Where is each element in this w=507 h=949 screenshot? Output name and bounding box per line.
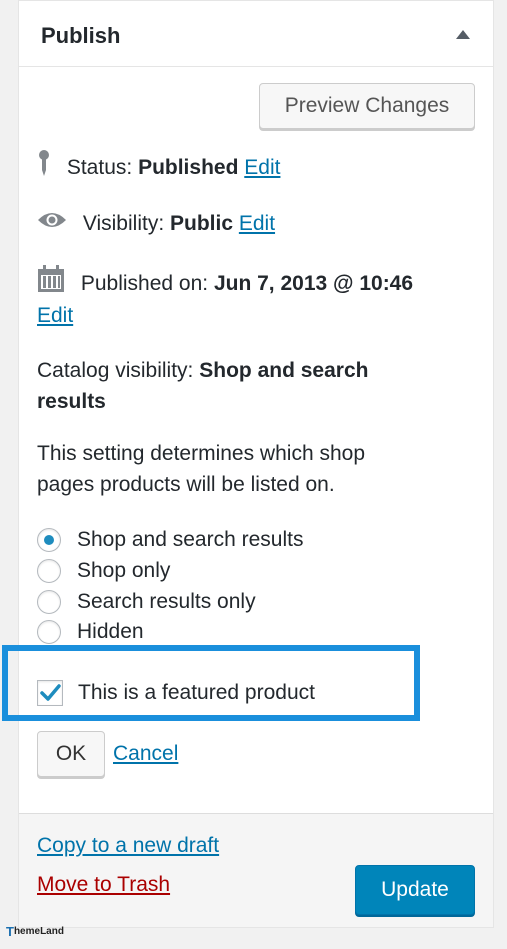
published-on-edit-link[interactable]: Edit — [37, 304, 73, 327]
radio-label: Search results only — [77, 590, 256, 613]
catalog-help-text: This setting determines which shop pages… — [37, 438, 477, 500]
checkmark-icon — [40, 684, 61, 701]
catalog-help-line1: This setting determines which shop — [37, 442, 365, 465]
collapse-arrow-icon[interactable] — [456, 30, 470, 39]
visibility-value: Public — [170, 212, 234, 235]
move-to-trash-link[interactable]: Move to Trash — [37, 873, 170, 897]
catalog-visibility-value-line2: results — [37, 390, 106, 413]
ok-button[interactable]: OK — [37, 731, 105, 777]
radio-option-search-only[interactable]: Search results only — [37, 587, 256, 617]
visibility-row: Visibility: Public Edit — [37, 207, 275, 241]
radio-option-hidden[interactable]: Hidden — [37, 617, 144, 647]
radio-label: Shop and search results — [77, 528, 304, 551]
themeland-logo: T hemeLand — [6, 924, 64, 939]
radio-hidden[interactable] — [37, 620, 61, 644]
published-on-value: Jun 7, 2013 @ 10:46 — [213, 272, 414, 296]
featured-product-row[interactable]: This is a featured product — [37, 676, 315, 710]
preview-changes-button[interactable]: Preview Changes — [259, 83, 475, 129]
published-on-label: Published on: — [80, 272, 209, 296]
visibility-edit-link[interactable]: Edit — [239, 212, 275, 235]
copy-to-draft-link[interactable]: Copy to a new draft — [37, 834, 219, 858]
published-on-row: Published on: Jun 7, 2013 @ 10:46 — [37, 265, 413, 304]
status-edit-link[interactable]: Edit — [244, 156, 280, 179]
radio-label: Hidden — [77, 620, 144, 643]
featured-label: This is a featured product — [78, 681, 315, 704]
panel-title: Publish — [41, 23, 121, 48]
published-on-edit-row: Edit — [37, 299, 73, 333]
featured-checkbox[interactable] — [37, 680, 63, 706]
update-button[interactable]: Update — [355, 865, 475, 915]
logo-text: hemeLand — [13, 926, 64, 937]
panel-header[interactable]: Publish — [19, 1, 493, 67]
major-publishing-actions: Copy to a new draft Move to Trash Update — [19, 813, 493, 927]
catalog-visibility: Catalog visibility: Shop and search resu… — [37, 355, 477, 417]
catalog-visibility-value-line1: Shop and search — [199, 359, 369, 382]
status-row: Status: Published Edit — [37, 149, 280, 188]
radio-search-only[interactable] — [37, 590, 61, 614]
visibility-label: Visibility: — [82, 212, 165, 235]
cancel-link[interactable]: Cancel — [113, 740, 178, 768]
radio-option-shop-and-search[interactable]: Shop and search results — [37, 525, 303, 555]
status-label: Status: — [66, 156, 133, 180]
radio-shop-and-search[interactable] — [37, 528, 61, 552]
radio-option-shop-only[interactable]: Shop only — [37, 556, 170, 586]
publish-panel: Publish Preview Changes Status: Publishe… — [18, 0, 494, 928]
catalog-visibility-label: Catalog visibility: — [37, 359, 194, 382]
radio-label: Shop only — [77, 559, 171, 582]
catalog-help-line2: pages products will be listed on. — [37, 473, 335, 496]
status-value: Published — [138, 156, 239, 180]
pin-icon — [37, 149, 51, 188]
radio-shop-only[interactable] — [37, 559, 61, 583]
eye-icon — [37, 207, 67, 241]
logo-mark: T — [6, 924, 14, 939]
